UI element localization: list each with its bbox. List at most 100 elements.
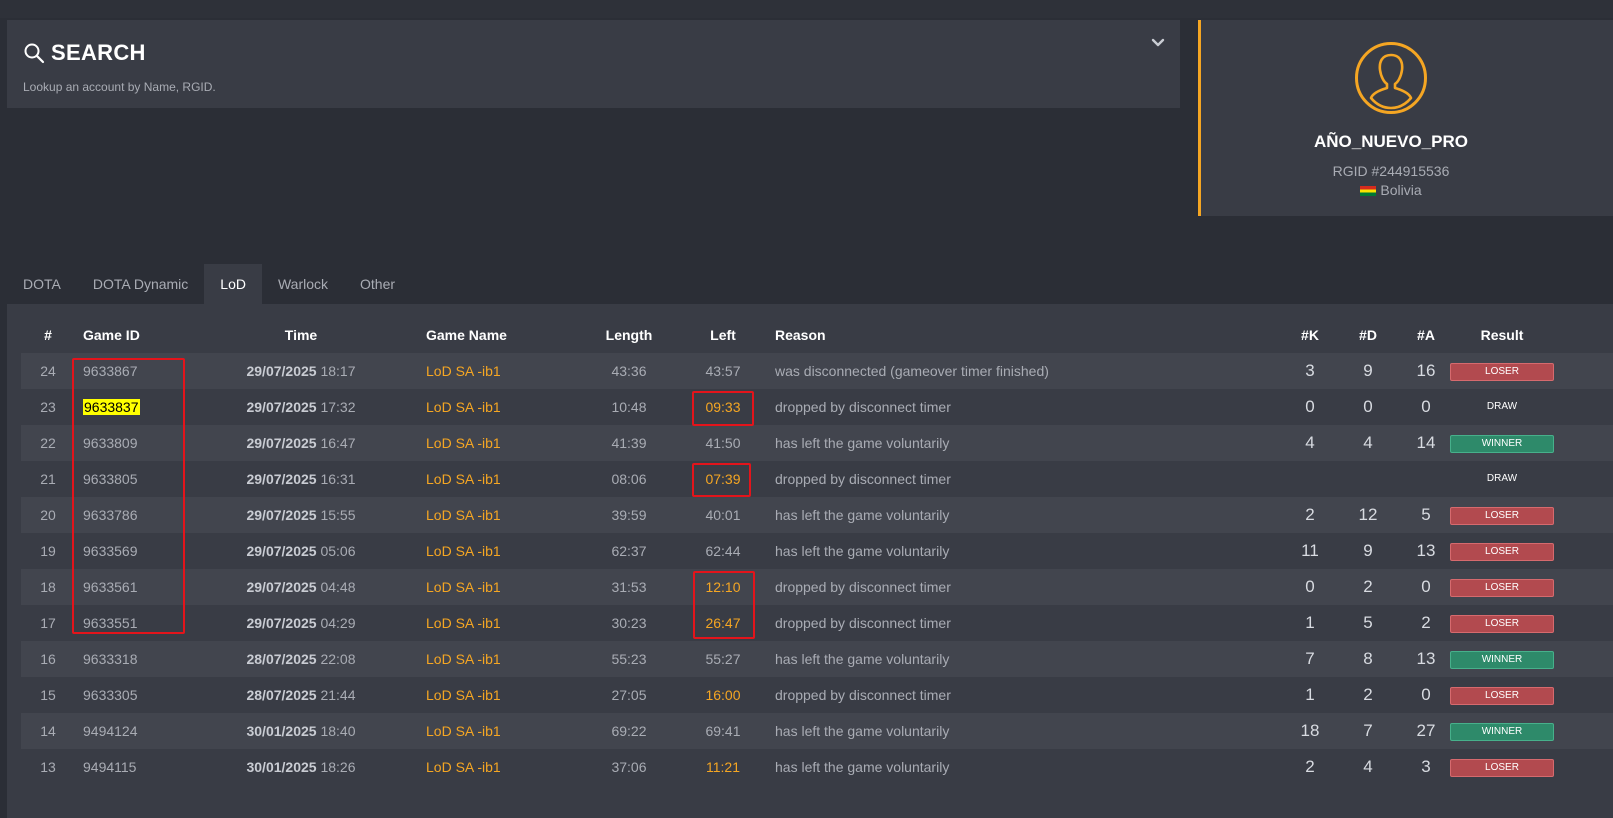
bolivia-flag-icon bbox=[1360, 186, 1377, 196]
left-time: 07:39 bbox=[705, 471, 741, 487]
table-row[interactable]: 19 9633569 29/07/2025 05:06 LoD SA -ib1 62:3… bbox=[21, 533, 1613, 569]
result-badge: LOSER bbox=[1450, 507, 1554, 526]
game-id-link[interactable]: 9633786 bbox=[83, 497, 203, 533]
game-name-link[interactable]: LoD SA -ib1 bbox=[426, 461, 576, 497]
game-id-link[interactable]: 9494115 bbox=[83, 749, 203, 785]
search-panel[interactable]: SEARCH Lookup an account by Name, RGID. bbox=[7, 20, 1180, 108]
game-length: 69:22 bbox=[611, 723, 647, 739]
game-name-link[interactable]: LoD SA -ib1 bbox=[426, 749, 576, 785]
tab-dota-dynamic[interactable]: DOTA Dynamic bbox=[77, 264, 204, 304]
table-row[interactable]: 17 9633551 29/07/2025 04:29 LoD SA -ib1 30:2… bbox=[21, 605, 1613, 641]
header-kills[interactable]: #K bbox=[1285, 317, 1335, 353]
assists: 0 bbox=[1421, 577, 1431, 596]
game-name-link[interactable]: LoD SA -ib1 bbox=[426, 677, 576, 713]
game-date: 29/07/2025 bbox=[246, 579, 317, 595]
leave-reason: has left the game voluntarily bbox=[775, 543, 950, 559]
assists: 5 bbox=[1421, 505, 1431, 524]
header-left[interactable]: Left bbox=[683, 317, 763, 353]
result-cell: LOSER bbox=[1450, 749, 1554, 785]
game-id-link[interactable]: 9633809 bbox=[83, 425, 203, 461]
header-length[interactable]: Length bbox=[589, 317, 669, 353]
header-deaths[interactable]: #D bbox=[1343, 317, 1393, 353]
header-reason[interactable]: Reason bbox=[775, 317, 1255, 353]
header-num[interactable]: # bbox=[21, 317, 75, 353]
table-row[interactable]: 20 9633786 29/07/2025 15:55 LoD SA -ib1 39:5… bbox=[21, 497, 1613, 533]
game-id-link[interactable]: 9633561 bbox=[83, 569, 203, 605]
result-cell: LOSER bbox=[1450, 605, 1554, 641]
header-game-id[interactable]: Game ID bbox=[83, 317, 203, 353]
game-name-link[interactable]: LoD SA -ib1 bbox=[426, 497, 576, 533]
table-row[interactable]: 16 9633318 28/07/2025 22:08 LoD SA -ib1 55:2… bbox=[21, 641, 1613, 677]
header-assists[interactable]: #A bbox=[1401, 317, 1451, 353]
deaths bbox=[1343, 461, 1393, 497]
game-id-link[interactable]: 9633305 bbox=[83, 677, 203, 713]
leave-reason: has left the game voluntarily bbox=[775, 723, 950, 739]
kills: 4 bbox=[1305, 433, 1315, 452]
game-date: 29/07/2025 bbox=[246, 543, 317, 559]
left-time: 40:01 bbox=[705, 507, 741, 523]
result-cell: LOSER bbox=[1450, 569, 1554, 605]
game-id-link[interactable]: 9633318 bbox=[83, 641, 203, 677]
game-id-link[interactable]: 9633551 bbox=[83, 605, 203, 641]
games-table: # Game ID Time Game Name Length Left Rea… bbox=[7, 304, 1613, 818]
game-name-link[interactable]: LoD SA -ib1 bbox=[426, 533, 576, 569]
row-num: 24 bbox=[40, 363, 56, 379]
profile-name: AÑO_NUEVO_PRO bbox=[1314, 132, 1468, 151]
row-num: 19 bbox=[40, 543, 56, 559]
game-time: 29/07/2025 18:17 bbox=[201, 353, 401, 389]
game-name-link[interactable]: LoD SA -ib1 bbox=[426, 713, 576, 749]
deaths: 8 bbox=[1363, 649, 1373, 668]
game-date: 28/07/2025 bbox=[246, 687, 317, 703]
header-result[interactable]: Result bbox=[1450, 317, 1554, 353]
game-name-link[interactable]: LoD SA -ib1 bbox=[426, 389, 576, 425]
tab-warlock[interactable]: Warlock bbox=[262, 264, 344, 304]
result-badge: DRAW bbox=[1486, 473, 1518, 485]
game-mode-tabs: DOTA DOTA Dynamic LoD Warlock Other bbox=[7, 264, 411, 304]
tab-other[interactable]: Other bbox=[344, 264, 411, 304]
table-row[interactable]: 22 9633809 29/07/2025 16:47 LoD SA -ib1 41:3… bbox=[21, 425, 1613, 461]
game-id-link[interactable]: 9633837 bbox=[83, 389, 203, 425]
table-row[interactable]: 18 9633561 29/07/2025 04:48 LoD SA -ib1 31:5… bbox=[21, 569, 1613, 605]
row-num: 17 bbox=[40, 615, 56, 631]
tab-lod[interactable]: LoD bbox=[204, 264, 262, 304]
table-row[interactable]: 24 9633867 29/07/2025 18:17 LoD SA -ib1 43:3… bbox=[21, 353, 1613, 389]
tab-dota[interactable]: DOTA bbox=[7, 264, 77, 304]
chevron-down-icon[interactable] bbox=[1150, 36, 1166, 50]
game-length: 10:48 bbox=[611, 399, 647, 415]
left-time: 09:33 bbox=[705, 399, 741, 415]
deaths: 4 bbox=[1363, 757, 1373, 776]
game-id-link[interactable]: 9494124 bbox=[83, 713, 203, 749]
game-name-link[interactable]: LoD SA -ib1 bbox=[426, 425, 576, 461]
row-num: 13 bbox=[40, 759, 56, 775]
kills: 1 bbox=[1305, 613, 1315, 632]
table-row[interactable]: 13 9494115 30/01/2025 18:26 LoD SA -ib1 37:0… bbox=[21, 749, 1613, 785]
game-name-link[interactable]: LoD SA -ib1 bbox=[426, 641, 576, 677]
table-row[interactable]: 14 9494124 30/01/2025 18:40 LoD SA -ib1 69:2… bbox=[21, 713, 1613, 749]
game-date: 29/07/2025 bbox=[246, 435, 317, 451]
game-id-text: 9633809 bbox=[83, 435, 138, 451]
result-badge: LOSER bbox=[1450, 543, 1554, 562]
game-id-link[interactable]: 9633805 bbox=[83, 461, 203, 497]
game-time: 29/07/2025 05:06 bbox=[201, 533, 401, 569]
game-name-link[interactable]: LoD SA -ib1 bbox=[426, 353, 576, 389]
left-time: 43:57 bbox=[705, 363, 741, 379]
game-length: 41:39 bbox=[611, 435, 647, 451]
game-name-link[interactable]: LoD SA -ib1 bbox=[426, 605, 576, 641]
table-row[interactable]: 23 9633837 29/07/2025 17:32 LoD SA -ib1 10:4… bbox=[21, 389, 1613, 425]
table-row[interactable]: 15 9633305 28/07/2025 21:44 LoD SA -ib1 27:0… bbox=[21, 677, 1613, 713]
header-time[interactable]: Time bbox=[201, 317, 401, 353]
result-badge: WINNER bbox=[1450, 723, 1554, 742]
search-subtitle: Lookup an account by Name, RGID. bbox=[23, 80, 216, 94]
row-num: 14 bbox=[40, 723, 56, 739]
game-name-link[interactable]: LoD SA -ib1 bbox=[426, 569, 576, 605]
game-length: 31:53 bbox=[611, 579, 647, 595]
kills: 3 bbox=[1305, 361, 1315, 380]
left-time: 62:44 bbox=[705, 543, 741, 559]
game-id-link[interactable]: 9633867 bbox=[83, 353, 203, 389]
game-id-link[interactable]: 9633569 bbox=[83, 533, 203, 569]
leave-reason: has left the game voluntarily bbox=[775, 507, 950, 523]
kills: 1 bbox=[1305, 685, 1315, 704]
assists: 16 bbox=[1416, 361, 1436, 380]
header-game-name[interactable]: Game Name bbox=[426, 317, 576, 353]
table-row[interactable]: 21 9633805 29/07/2025 16:31 LoD SA -ib1 08:0… bbox=[21, 461, 1613, 497]
